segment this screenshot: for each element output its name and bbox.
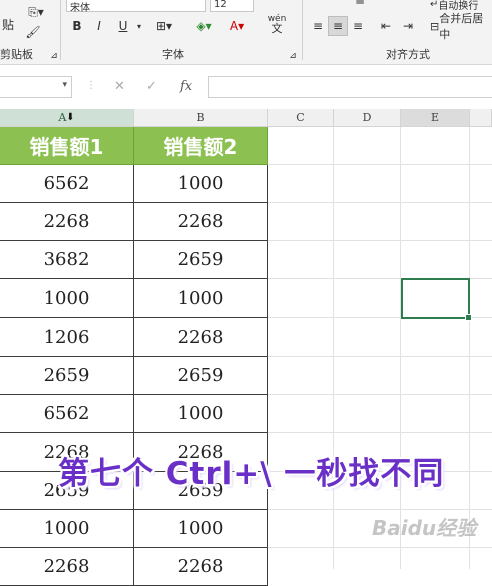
formula-input[interactable] — [208, 76, 492, 98]
align-left-icon[interactable]: ≡ — [308, 16, 328, 36]
column-a-label: A — [58, 111, 67, 124]
bold-button[interactable]: B — [68, 16, 86, 36]
gridline — [268, 547, 492, 548]
table-cell[interactable]: 2659 — [134, 241, 268, 279]
merge-label: 合并后居中 — [439, 12, 484, 41]
gridline — [268, 202, 492, 203]
border-icon[interactable]: ⊞▾ — [150, 16, 178, 36]
insert-function-icon[interactable]: fx — [180, 79, 192, 94]
column-header-c[interactable]: C — [268, 109, 334, 127]
font-expand-icon[interactable]: ⊿ — [287, 46, 299, 66]
table-cell[interactable]: 2268 — [0, 203, 134, 241]
underline-dropdown-icon[interactable]: ▾ — [134, 16, 144, 36]
clipboard-group-label: 剪贴板 — [0, 48, 33, 61]
table-cell[interactable]: 1000 — [0, 510, 134, 548]
column-header-e[interactable]: E — [401, 109, 470, 127]
font-name-select[interactable]: 宋体 — [66, 0, 206, 14]
decrease-indent-icon[interactable]: ⇤ — [376, 16, 396, 36]
gridline — [268, 240, 492, 241]
table-cell[interactable]: 1206 — [0, 318, 134, 357]
align-right-icon[interactable]: ≡ — [348, 16, 368, 36]
align-center-icon[interactable]: ≡ — [328, 16, 348, 36]
cancel-icon[interactable]: ✕ — [114, 79, 125, 94]
watermark: Baidu经验 — [372, 516, 477, 540]
confirm-icon[interactable]: ✓ — [146, 79, 157, 94]
column-header-b[interactable]: B — [134, 109, 268, 127]
table-cell[interactable]: 2659 — [0, 357, 134, 395]
formula-bar: ▾ ⋮ ✕ ✓ fx — [0, 72, 492, 102]
name-box[interactable]: ▾ — [0, 76, 72, 98]
table-cell[interactable]: 1000 — [0, 279, 134, 318]
table-cell[interactable]: 2268 — [0, 548, 134, 586]
ribbon: 贴 ⎘▾ 🖌 剪贴板 ⊿ 宋体 12 B I U ▾ ⊞▾ ◈▾ A ▾ wén … — [0, 0, 492, 65]
table-cell[interactable]: 6562 — [0, 395, 134, 433]
alignment-group-label: 对齐方式 — [386, 48, 430, 61]
column-header-a[interactable]: A ⬇ — [0, 109, 134, 127]
group-divider — [60, 0, 61, 60]
tutorial-caption: 第七个 Ctrl+\ 一秒找不同 — [58, 456, 445, 492]
table-cell[interactable]: 2268 — [134, 548, 268, 586]
table-cell[interactable]: 2268 — [134, 203, 268, 241]
gridline — [400, 127, 401, 569]
group-divider — [302, 0, 303, 60]
fill-handle[interactable] — [465, 314, 472, 321]
gridline — [268, 394, 492, 395]
align-top-icon[interactable]: ═ — [350, 0, 370, 12]
column-header-d[interactable]: D — [334, 109, 401, 127]
table-cell[interactable]: 2268 — [134, 318, 268, 357]
paste-label: 贴 — [1, 17, 14, 32]
formula-bar-grip-icon: ⋮ — [86, 80, 96, 91]
column-header-f[interactable] — [470, 109, 492, 127]
gridline — [268, 356, 492, 357]
paste-button[interactable]: 贴 — [0, 14, 16, 34]
merge-center-button[interactable]: ⊟ 合并后居中 — [430, 12, 492, 41]
pinyin-button[interactable]: wén 文 — [262, 14, 292, 35]
merge-icon: ⊟ — [430, 19, 440, 33]
gridline — [469, 127, 470, 569]
table-cell[interactable]: 1000 — [134, 165, 268, 203]
increase-indent-icon[interactable]: ⇥ — [398, 16, 418, 36]
gridline — [268, 432, 492, 433]
table-header-sales2[interactable]: 销售额2 — [134, 127, 268, 165]
gridline — [333, 127, 334, 569]
wrap-icon: ↵ — [430, 0, 439, 10]
copy-icon[interactable]: ⎘▾ — [22, 2, 50, 22]
italic-button[interactable]: I — [90, 16, 108, 36]
gridline — [268, 164, 492, 165]
gridline — [268, 509, 492, 510]
pinyin-glyph: 文 — [271, 22, 283, 35]
table-cell[interactable]: 2659 — [134, 357, 268, 395]
table-cell[interactable]: 1000 — [134, 279, 268, 318]
font-color-button[interactable]: A ▾ — [224, 16, 250, 36]
name-box-dropdown-icon[interactable]: ▾ — [62, 80, 67, 90]
active-cell-selection[interactable] — [401, 278, 472, 321]
font-group-label: 字体 — [162, 48, 184, 61]
table-cell[interactable]: 1000 — [134, 395, 268, 433]
table-header-sales1[interactable]: 销售额1 — [0, 127, 134, 165]
font-color-glyph: A — [229, 19, 239, 33]
format-painter-icon[interactable]: 🖌 — [22, 22, 44, 42]
fill-color-icon[interactable]: ◈▾ — [190, 16, 218, 36]
table-cell[interactable]: 3682 — [0, 241, 134, 279]
font-size-select[interactable]: 12 — [210, 0, 254, 12]
table-cell[interactable]: 1000 — [134, 510, 268, 548]
underline-button[interactable]: U — [112, 16, 134, 36]
clipboard-expand-icon[interactable]: ⊿ — [48, 46, 60, 66]
table-cell[interactable]: 6562 — [0, 165, 134, 203]
cursor-icon: ⬇ — [66, 112, 75, 123]
